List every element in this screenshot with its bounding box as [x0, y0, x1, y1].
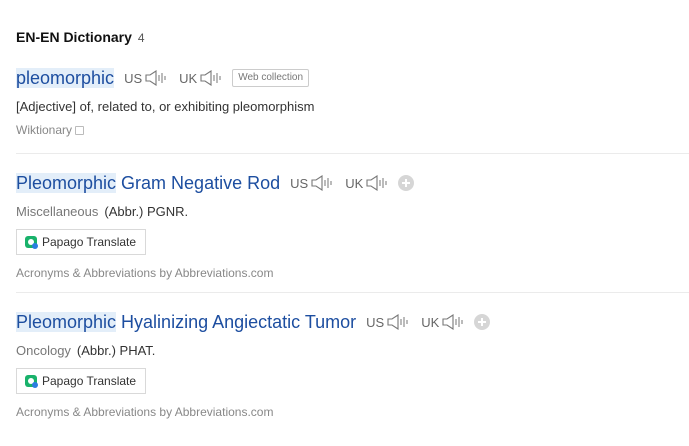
word-highlight: pleomorphic [16, 67, 115, 88]
speaker-icon [311, 175, 332, 191]
papago-translate-label: Papago Translate [42, 235, 137, 249]
add-icon[interactable] [474, 314, 491, 330]
pron-uk-button[interactable]: UK [345, 175, 390, 191]
papago-translate-button[interactable]: Papago Translate [16, 368, 147, 394]
pron-uk-button[interactable]: UK [421, 314, 466, 330]
section-title: EN-EN Dictionary 4 [16, 29, 145, 45]
entry-pgnr: Pleomorphic Gram Negative Rod US UK Misce… [16, 171, 689, 281]
entry-category: Oncology [16, 343, 71, 358]
speaker-icon [442, 314, 463, 330]
entry-phat: Pleomorphic Hyalinizing Angiectatic Tumor… [16, 310, 689, 420]
web-collection-tag[interactable]: Web collection [232, 69, 310, 87]
word-highlight: Pleomorphic [16, 311, 117, 332]
pron-uk-label: UK [421, 314, 440, 330]
entry-definition-text: (Abbr.) PHAT. [76, 343, 156, 358]
speaker-icon [366, 175, 387, 191]
papago-translate-label: Papago Translate [42, 374, 137, 388]
pron-uk-label: UK [345, 175, 364, 191]
divider [16, 292, 689, 293]
speaker-icon [200, 70, 221, 86]
divider [16, 153, 689, 154]
entry-word-link[interactable]: Pleomorphic Hyalinizing Angiectatic Tumor [16, 311, 357, 333]
entry-source[interactable]: Acronyms & Abbreviations by Abbreviation… [16, 265, 689, 281]
papago-icon [25, 375, 38, 388]
word-rest: Hyalinizing Angiectatic Tumor [121, 311, 357, 332]
pron-uk-button[interactable]: UK [179, 70, 224, 86]
pron-us-button[interactable]: US [124, 70, 169, 86]
pron-us-button[interactable]: US [290, 175, 335, 191]
entry-pleomorphic: pleomorphic US UK Web collection [Adject… [16, 66, 689, 138]
entry-definition-text: (Abbr.) PGNR. [104, 204, 189, 219]
papago-translate-button[interactable]: Papago Translate [16, 229, 147, 255]
entry-word-link[interactable]: Pleomorphic Gram Negative Rod [16, 172, 281, 194]
entry-headline: pleomorphic US UK Web collection [16, 66, 689, 90]
add-icon[interactable] [398, 175, 415, 191]
entry-source[interactable]: Wiktionary [16, 122, 689, 138]
source-label: Wiktionary [16, 123, 73, 137]
entry-definition: Oncology (Abbr.) PHAT. [16, 342, 689, 360]
pron-uk-label: UK [179, 70, 198, 86]
entry-headline: Pleomorphic Hyalinizing Angiectatic Tumor… [16, 310, 689, 334]
pron-us-label: US [124, 70, 143, 86]
entry-definition: Miscellaneous (Abbr.) PGNR. [16, 203, 689, 221]
speaker-icon [387, 314, 408, 330]
pron-us-label: US [290, 175, 309, 191]
section-title-text: EN-EN Dictionary [16, 29, 132, 45]
source-label: Acronyms & Abbreviations by Abbreviation… [16, 266, 274, 280]
word-rest: Gram Negative Rod [121, 172, 281, 193]
papago-icon [25, 236, 38, 249]
speaker-icon [145, 70, 166, 86]
entry-headline: Pleomorphic Gram Negative Rod US UK [16, 171, 689, 195]
pron-us-button[interactable]: US [366, 314, 411, 330]
word-highlight: Pleomorphic [16, 172, 117, 193]
source-label: Acronyms & Abbreviations by Abbreviation… [16, 405, 274, 419]
pron-us-label: US [366, 314, 385, 330]
entry-word-link[interactable]: pleomorphic [16, 67, 115, 89]
entry-category: Miscellaneous [16, 204, 99, 219]
square-icon [75, 125, 85, 135]
result-count: 4 [137, 31, 145, 45]
entry-source[interactable]: Acronyms & Abbreviations by Abbreviation… [16, 404, 689, 420]
entry-definition: [Adjective] of, related to, or exhibitin… [16, 99, 315, 114]
